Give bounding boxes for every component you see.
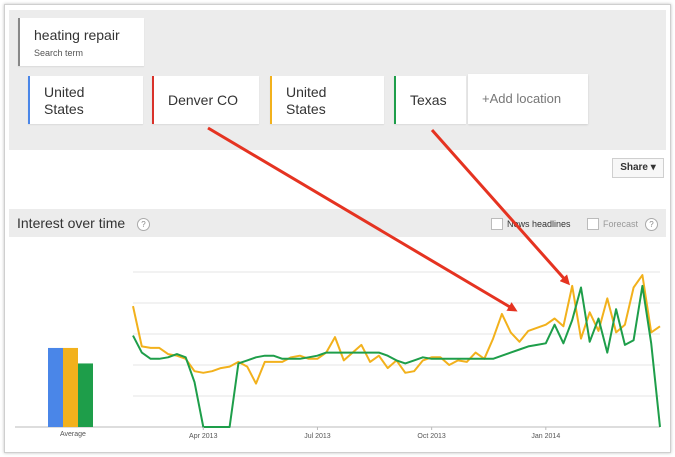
x-tick-label: Jul 2013 [304,433,331,440]
x-tick-label: Jan 2014 [531,433,560,440]
average-bars [48,347,93,427]
gridlines [15,271,660,428]
interest-chart: Apr 2013 Jul 2013 Oct 2013 Jan 2014 [15,126,661,440]
arrow-denver [207,126,518,312]
arrow-texas [430,129,570,286]
x-tick-label: Oct 2013 [417,433,446,440]
average-bar-0 [48,347,63,427]
x-tick-label: Apr 2013 [189,433,218,440]
annotation-arrows [207,126,570,312]
average-label: Average [60,431,86,438]
series-line-1 [132,284,661,428]
series-lines [132,274,661,428]
x-axis-ticks: Apr 2013 Jul 2013 Oct 2013 Jan 2014 [189,427,560,440]
average-bar-1 [63,347,78,427]
average-bar-2 [78,363,93,427]
